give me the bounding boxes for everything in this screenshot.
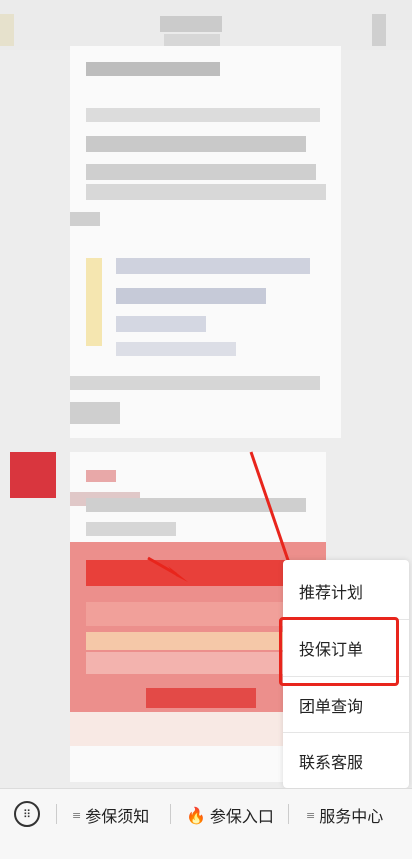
menu-button-guidelines[interactable]: ≡ 参保须知 xyxy=(72,798,149,832)
divider xyxy=(288,804,289,824)
menu-button-label: 服务中心 xyxy=(319,807,384,826)
highlight-box xyxy=(279,617,399,686)
menu-lines-icon: ≡ xyxy=(306,808,316,822)
arrow-line-short xyxy=(147,556,177,576)
divider xyxy=(56,804,57,824)
fire-icon: 🔥 xyxy=(186,805,206,825)
arrow-head-short xyxy=(168,566,188,582)
divider xyxy=(170,804,171,824)
menu-button-entry[interactable]: 🔥 参保入口 xyxy=(186,798,274,832)
menu-item-recommend-plan[interactable]: 推荐计划 xyxy=(283,562,409,619)
menu-lines-icon: ≡ xyxy=(72,808,82,822)
menu-item-contact-support[interactable]: 联系客服 xyxy=(283,732,409,789)
menu-button-label: 参保须知 xyxy=(85,807,150,826)
keyboard-icon[interactable]: ⠿ xyxy=(14,801,40,827)
menu-button-label: 参保入口 xyxy=(209,807,274,826)
menu-button-service-center[interactable]: ≡ 服务中心 xyxy=(306,798,383,832)
